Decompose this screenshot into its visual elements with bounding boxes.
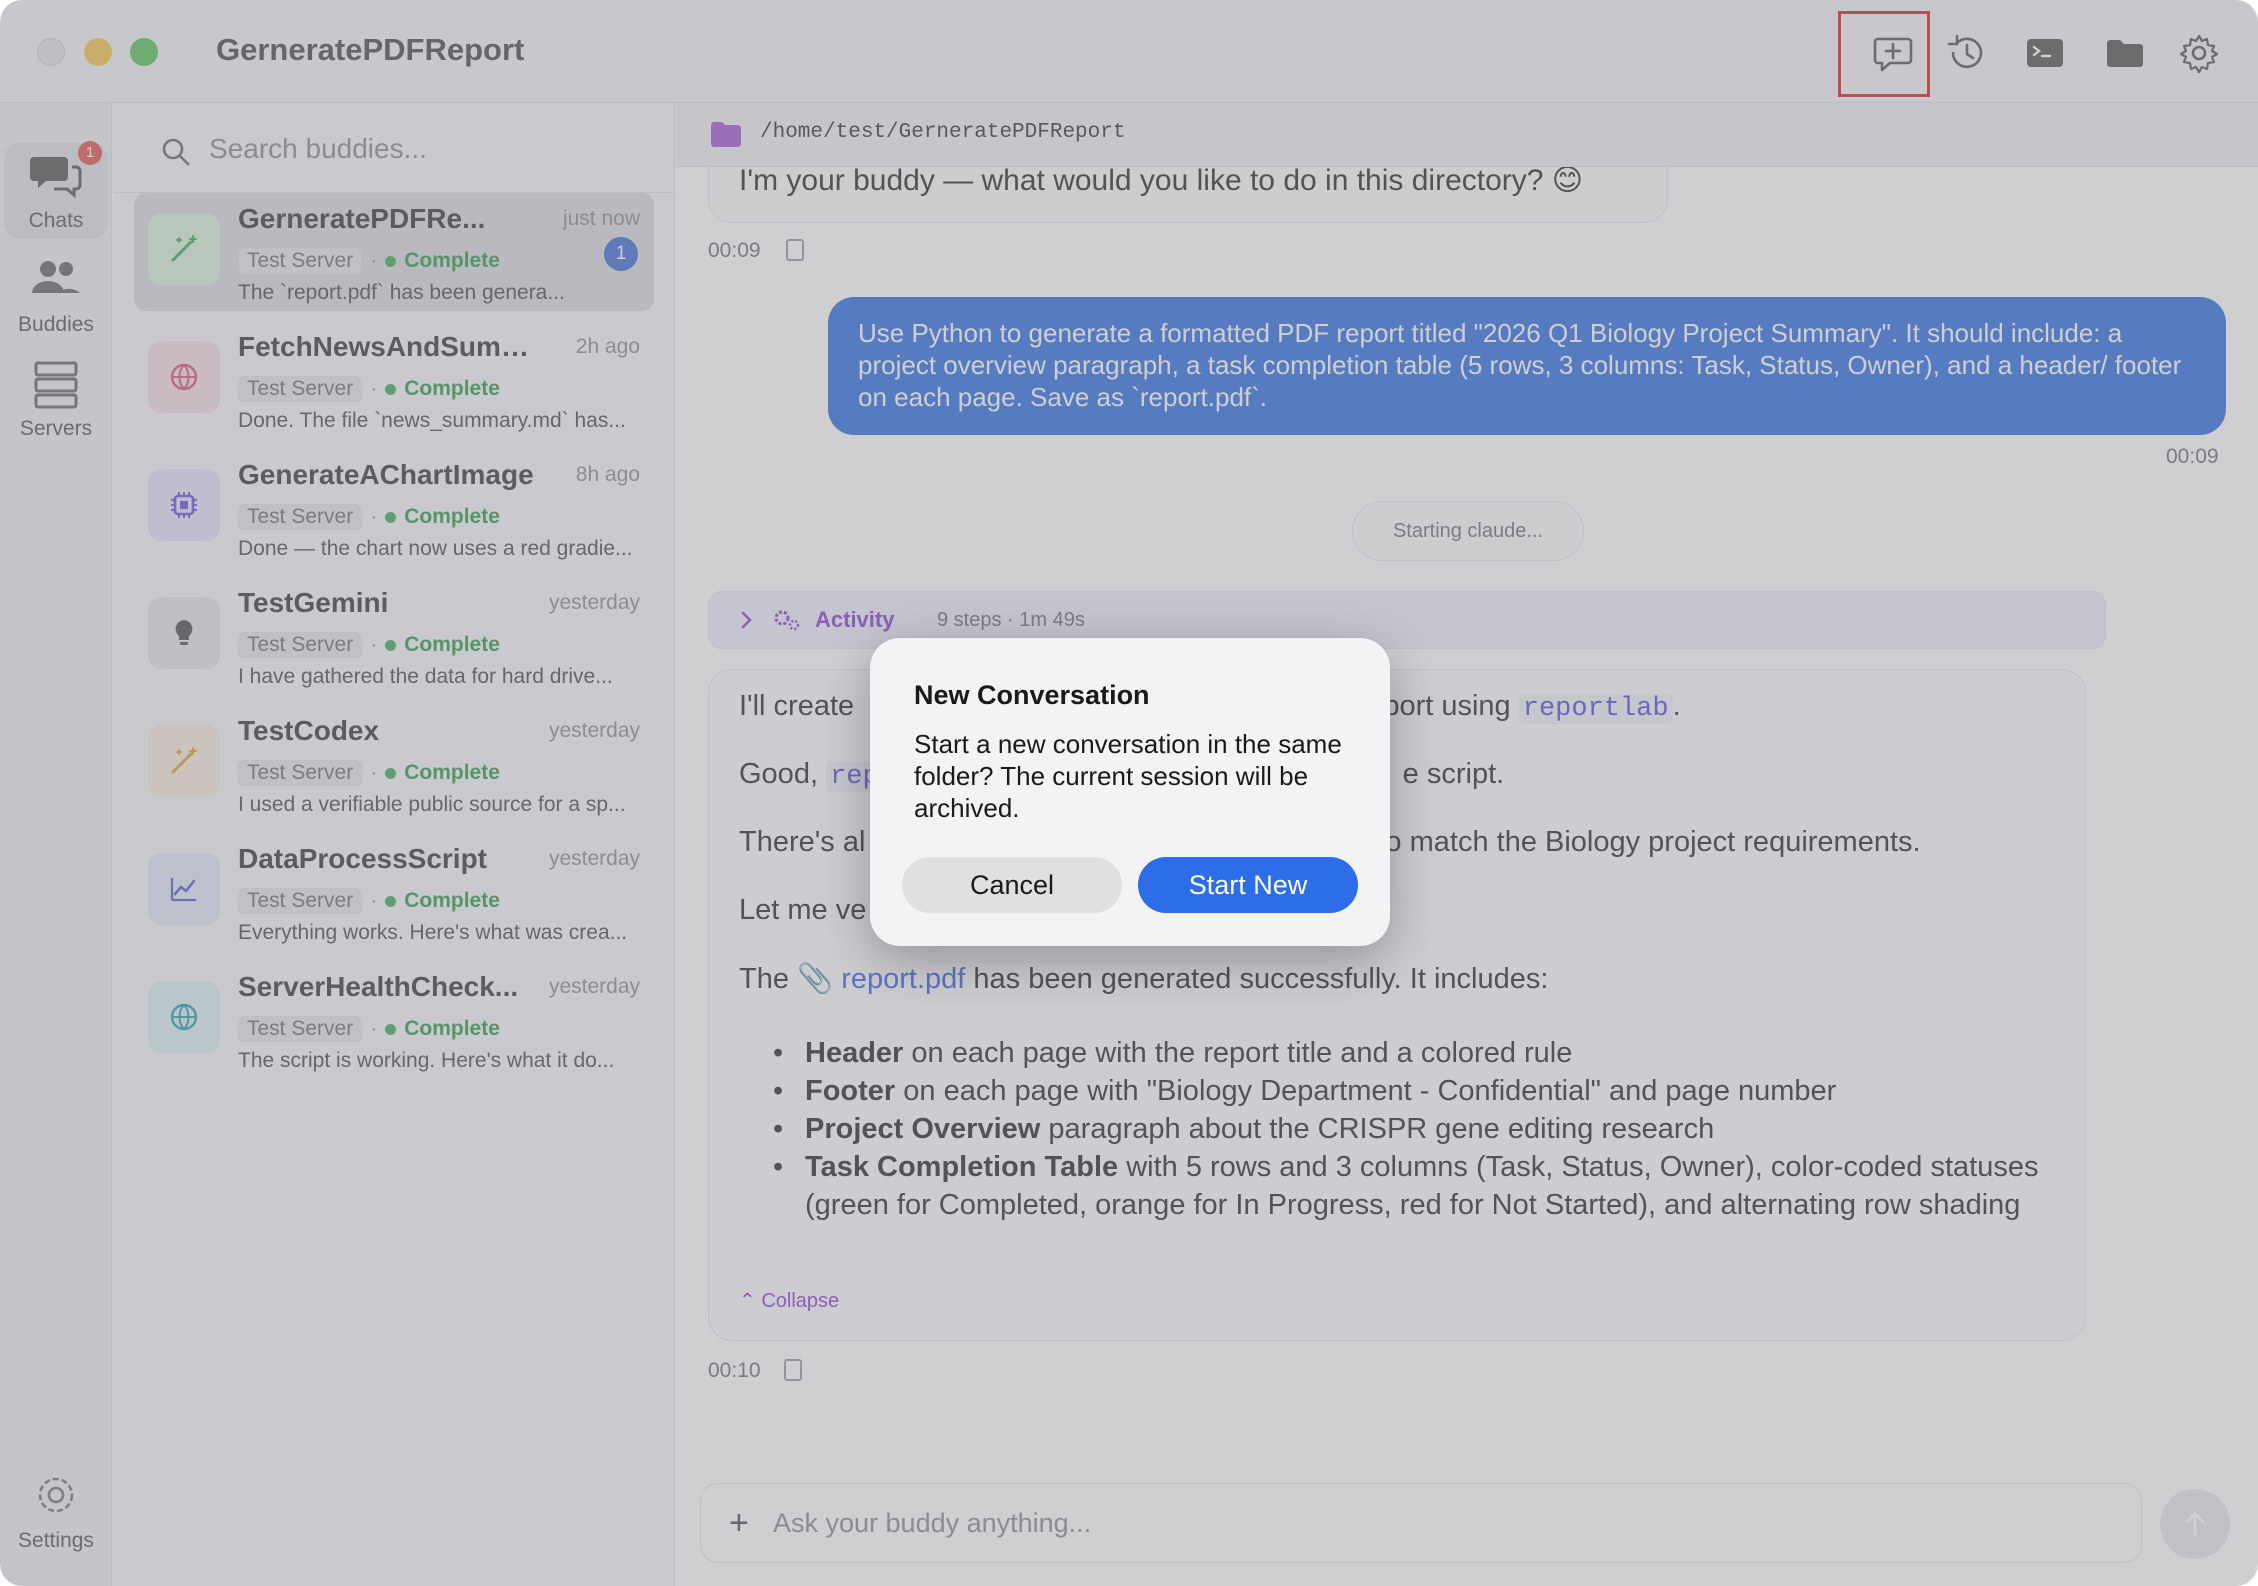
dialog-title: New Conversation bbox=[914, 680, 1150, 710]
new-conversation-dialog: New Conversation Start a new conversatio… bbox=[870, 638, 1390, 946]
dialog-message: Start a new conversation in the same fol… bbox=[914, 729, 1342, 823]
app-window: GerneratePDFReport Chats 1 Buddies Serve… bbox=[0, 0, 2258, 1586]
start-new-button[interactable]: Start New bbox=[1138, 857, 1358, 913]
cancel-button[interactable]: Cancel bbox=[902, 857, 1122, 913]
